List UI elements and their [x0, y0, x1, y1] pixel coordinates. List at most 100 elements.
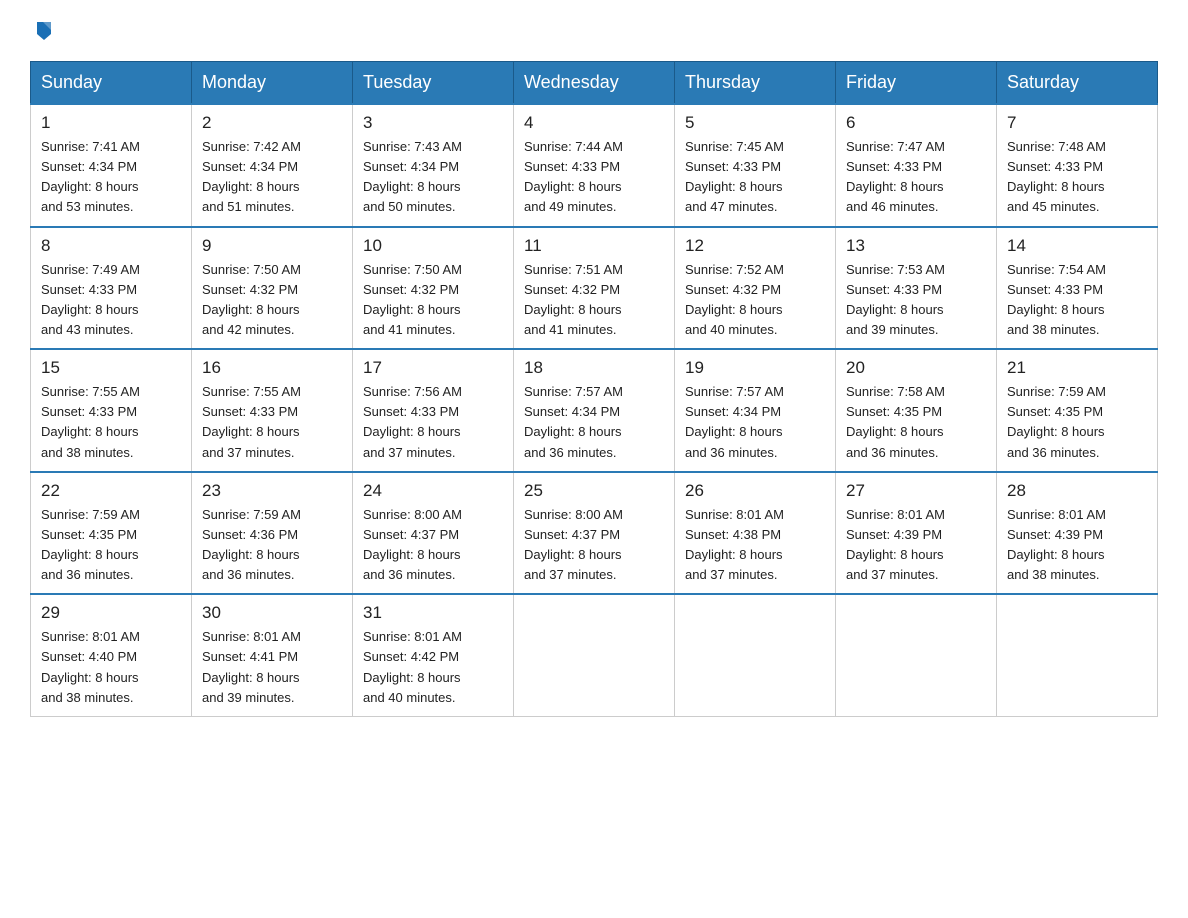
day-info: Sunrise: 7:44 AM Sunset: 4:33 PM Dayligh… — [524, 137, 664, 218]
calendar-cell: 21 Sunrise: 7:59 AM Sunset: 4:35 PM Dayl… — [997, 349, 1158, 472]
calendar-cell — [675, 594, 836, 716]
calendar-cell: 2 Sunrise: 7:42 AM Sunset: 4:34 PM Dayli… — [192, 104, 353, 227]
day-number: 30 — [202, 603, 342, 623]
day-number: 25 — [524, 481, 664, 501]
day-info: Sunrise: 8:01 AM Sunset: 4:39 PM Dayligh… — [846, 505, 986, 586]
day-info: Sunrise: 7:57 AM Sunset: 4:34 PM Dayligh… — [524, 382, 664, 463]
day-number: 4 — [524, 113, 664, 133]
calendar-cell: 8 Sunrise: 7:49 AM Sunset: 4:33 PM Dayli… — [31, 227, 192, 350]
calendar-cell: 16 Sunrise: 7:55 AM Sunset: 4:33 PM Dayl… — [192, 349, 353, 472]
calendar-cell: 1 Sunrise: 7:41 AM Sunset: 4:34 PM Dayli… — [31, 104, 192, 227]
day-info: Sunrise: 7:57 AM Sunset: 4:34 PM Dayligh… — [685, 382, 825, 463]
calendar-cell: 10 Sunrise: 7:50 AM Sunset: 4:32 PM Dayl… — [353, 227, 514, 350]
day-info: Sunrise: 7:43 AM Sunset: 4:34 PM Dayligh… — [363, 137, 503, 218]
calendar-cell: 25 Sunrise: 8:00 AM Sunset: 4:37 PM Dayl… — [514, 472, 675, 595]
calendar-cell: 4 Sunrise: 7:44 AM Sunset: 4:33 PM Dayli… — [514, 104, 675, 227]
calendar-cell: 26 Sunrise: 8:01 AM Sunset: 4:38 PM Dayl… — [675, 472, 836, 595]
day-number: 26 — [685, 481, 825, 501]
day-number: 13 — [846, 236, 986, 256]
calendar-week-1: 1 Sunrise: 7:41 AM Sunset: 4:34 PM Dayli… — [31, 104, 1158, 227]
day-info: Sunrise: 8:00 AM Sunset: 4:37 PM Dayligh… — [524, 505, 664, 586]
day-info: Sunrise: 8:01 AM Sunset: 4:40 PM Dayligh… — [41, 627, 181, 708]
day-number: 17 — [363, 358, 503, 378]
calendar-cell: 22 Sunrise: 7:59 AM Sunset: 4:35 PM Dayl… — [31, 472, 192, 595]
day-info: Sunrise: 7:53 AM Sunset: 4:33 PM Dayligh… — [846, 260, 986, 341]
day-number: 3 — [363, 113, 503, 133]
day-info: Sunrise: 7:59 AM Sunset: 4:35 PM Dayligh… — [1007, 382, 1147, 463]
day-info: Sunrise: 8:01 AM Sunset: 4:42 PM Dayligh… — [363, 627, 503, 708]
calendar-body: 1 Sunrise: 7:41 AM Sunset: 4:34 PM Dayli… — [31, 104, 1158, 716]
day-info: Sunrise: 7:55 AM Sunset: 4:33 PM Dayligh… — [41, 382, 181, 463]
day-info: Sunrise: 8:01 AM Sunset: 4:39 PM Dayligh… — [1007, 505, 1147, 586]
calendar-week-3: 15 Sunrise: 7:55 AM Sunset: 4:33 PM Dayl… — [31, 349, 1158, 472]
day-info: Sunrise: 7:55 AM Sunset: 4:33 PM Dayligh… — [202, 382, 342, 463]
calendar-cell: 7 Sunrise: 7:48 AM Sunset: 4:33 PM Dayli… — [997, 104, 1158, 227]
day-info: Sunrise: 7:49 AM Sunset: 4:33 PM Dayligh… — [41, 260, 181, 341]
day-info: Sunrise: 8:01 AM Sunset: 4:38 PM Dayligh… — [685, 505, 825, 586]
day-info: Sunrise: 7:56 AM Sunset: 4:33 PM Dayligh… — [363, 382, 503, 463]
day-number: 11 — [524, 236, 664, 256]
day-number: 23 — [202, 481, 342, 501]
calendar-week-4: 22 Sunrise: 7:59 AM Sunset: 4:35 PM Dayl… — [31, 472, 1158, 595]
day-number: 16 — [202, 358, 342, 378]
weekday-sunday: Sunday — [31, 62, 192, 105]
calendar-cell: 27 Sunrise: 8:01 AM Sunset: 4:39 PM Dayl… — [836, 472, 997, 595]
weekday-friday: Friday — [836, 62, 997, 105]
calendar-table: SundayMondayTuesdayWednesdayThursdayFrid… — [30, 61, 1158, 717]
day-number: 29 — [41, 603, 181, 623]
day-number: 27 — [846, 481, 986, 501]
calendar-cell: 5 Sunrise: 7:45 AM Sunset: 4:33 PM Dayli… — [675, 104, 836, 227]
day-number: 31 — [363, 603, 503, 623]
weekday-wednesday: Wednesday — [514, 62, 675, 105]
calendar-cell: 17 Sunrise: 7:56 AM Sunset: 4:33 PM Dayl… — [353, 349, 514, 472]
day-number: 24 — [363, 481, 503, 501]
day-info: Sunrise: 7:47 AM Sunset: 4:33 PM Dayligh… — [846, 137, 986, 218]
calendar-cell: 14 Sunrise: 7:54 AM Sunset: 4:33 PM Dayl… — [997, 227, 1158, 350]
calendar-cell: 30 Sunrise: 8:01 AM Sunset: 4:41 PM Dayl… — [192, 594, 353, 716]
day-number: 22 — [41, 481, 181, 501]
day-info: Sunrise: 7:45 AM Sunset: 4:33 PM Dayligh… — [685, 137, 825, 218]
calendar-cell: 29 Sunrise: 8:01 AM Sunset: 4:40 PM Dayl… — [31, 594, 192, 716]
calendar-cell: 12 Sunrise: 7:52 AM Sunset: 4:32 PM Dayl… — [675, 227, 836, 350]
day-number: 6 — [846, 113, 986, 133]
day-number: 1 — [41, 113, 181, 133]
day-info: Sunrise: 7:52 AM Sunset: 4:32 PM Dayligh… — [685, 260, 825, 341]
calendar-cell: 20 Sunrise: 7:58 AM Sunset: 4:35 PM Dayl… — [836, 349, 997, 472]
calendar-cell: 23 Sunrise: 7:59 AM Sunset: 4:36 PM Dayl… — [192, 472, 353, 595]
day-number: 2 — [202, 113, 342, 133]
day-info: Sunrise: 7:54 AM Sunset: 4:33 PM Dayligh… — [1007, 260, 1147, 341]
day-number: 19 — [685, 358, 825, 378]
day-info: Sunrise: 7:58 AM Sunset: 4:35 PM Dayligh… — [846, 382, 986, 463]
calendar-cell: 28 Sunrise: 8:01 AM Sunset: 4:39 PM Dayl… — [997, 472, 1158, 595]
calendar-cell: 3 Sunrise: 7:43 AM Sunset: 4:34 PM Dayli… — [353, 104, 514, 227]
weekday-tuesday: Tuesday — [353, 62, 514, 105]
day-info: Sunrise: 7:50 AM Sunset: 4:32 PM Dayligh… — [202, 260, 342, 341]
day-number: 15 — [41, 358, 181, 378]
weekday-header-row: SundayMondayTuesdayWednesdayThursdayFrid… — [31, 62, 1158, 105]
calendar-cell: 9 Sunrise: 7:50 AM Sunset: 4:32 PM Dayli… — [192, 227, 353, 350]
day-number: 14 — [1007, 236, 1147, 256]
calendar-cell: 24 Sunrise: 8:00 AM Sunset: 4:37 PM Dayl… — [353, 472, 514, 595]
calendar-cell: 11 Sunrise: 7:51 AM Sunset: 4:32 PM Dayl… — [514, 227, 675, 350]
day-info: Sunrise: 7:48 AM Sunset: 4:33 PM Dayligh… — [1007, 137, 1147, 218]
calendar-cell — [997, 594, 1158, 716]
day-number: 10 — [363, 236, 503, 256]
calendar-cell: 13 Sunrise: 7:53 AM Sunset: 4:33 PM Dayl… — [836, 227, 997, 350]
day-info: Sunrise: 7:59 AM Sunset: 4:35 PM Dayligh… — [41, 505, 181, 586]
day-number: 8 — [41, 236, 181, 256]
calendar-week-5: 29 Sunrise: 8:01 AM Sunset: 4:40 PM Dayl… — [31, 594, 1158, 716]
calendar-cell: 19 Sunrise: 7:57 AM Sunset: 4:34 PM Dayl… — [675, 349, 836, 472]
calendar-week-2: 8 Sunrise: 7:49 AM Sunset: 4:33 PM Dayli… — [31, 227, 1158, 350]
day-number: 21 — [1007, 358, 1147, 378]
day-number: 7 — [1007, 113, 1147, 133]
day-info: Sunrise: 7:42 AM Sunset: 4:34 PM Dayligh… — [202, 137, 342, 218]
day-number: 28 — [1007, 481, 1147, 501]
calendar-cell: 18 Sunrise: 7:57 AM Sunset: 4:34 PM Dayl… — [514, 349, 675, 472]
day-number: 18 — [524, 358, 664, 378]
calendar-cell — [836, 594, 997, 716]
page-header — [30, 20, 1158, 43]
day-info: Sunrise: 8:01 AM Sunset: 4:41 PM Dayligh… — [202, 627, 342, 708]
day-info: Sunrise: 7:59 AM Sunset: 4:36 PM Dayligh… — [202, 505, 342, 586]
weekday-thursday: Thursday — [675, 62, 836, 105]
logo — [30, 20, 55, 43]
